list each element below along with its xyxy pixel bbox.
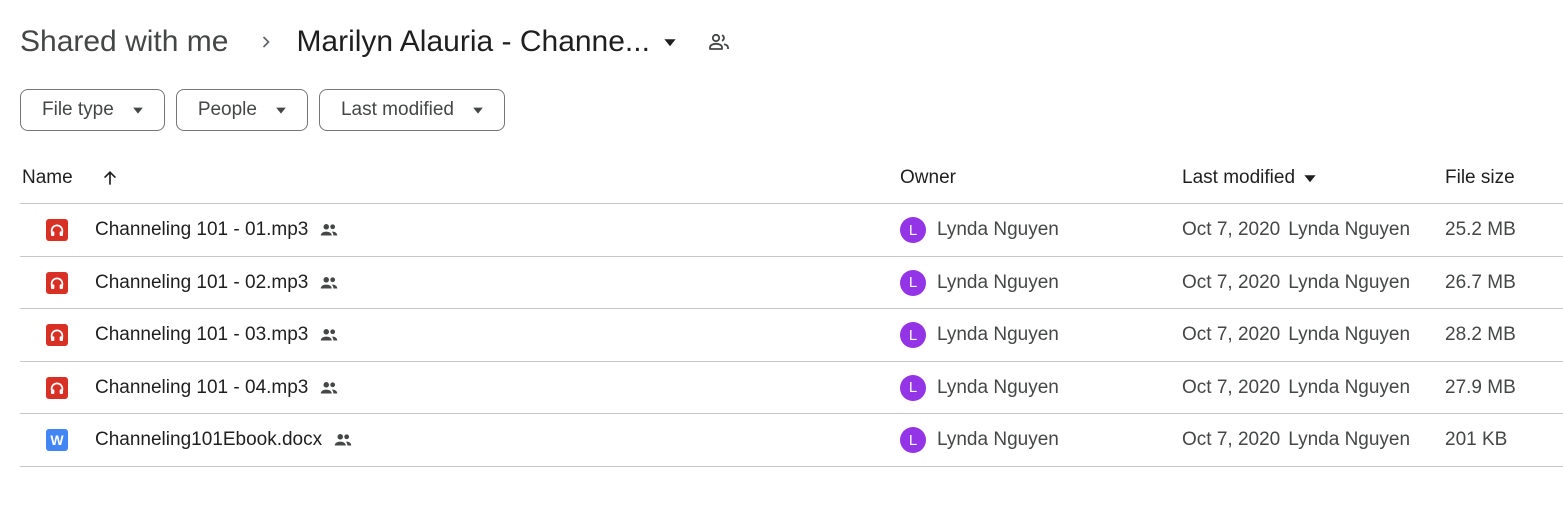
last-modified-cell: Oct 7, 2020 Lynda Nguyen: [1182, 414, 1410, 466]
owner-cell: L Lynda Nguyen: [900, 257, 1059, 309]
file-name-cell: Channeling101Ebook.docx: [95, 414, 354, 466]
people-icon: [318, 272, 340, 294]
file-icon-cell: [46, 257, 68, 309]
file-size: 26.7 MB: [1445, 271, 1516, 293]
table-row[interactable]: Channeling 101 - 03.mp3 L Lynda Nguyen O…: [20, 309, 1563, 362]
table-row[interactable]: W Channeling101Ebook.docx L Lynda Nguyen…: [20, 414, 1563, 467]
audio-file-icon: [46, 271, 68, 294]
name-column-header[interactable]: Name: [22, 152, 121, 204]
file-size-column-header: File size: [1445, 152, 1515, 204]
owner-name: Lynda Nguyen: [937, 271, 1059, 293]
file-icon-cell: [46, 362, 68, 414]
owner-name: Lynda Nguyen: [937, 429, 1059, 450]
file-size-cell: 201 KB: [1445, 414, 1507, 466]
people-icon: [318, 324, 340, 346]
caret-down-icon: [662, 34, 678, 50]
current-folder-menu-button[interactable]: Marilyn Alauria - Channe...: [296, 25, 678, 59]
file-icon-cell: [46, 204, 68, 256]
breadcrumb: Shared with me Marilyn Alauria - Channe.…: [20, 18, 732, 66]
last-modified-cell: Oct 7, 2020 Lynda Nguyen: [1182, 309, 1410, 361]
table-header: Name Owner Last modified File size: [20, 152, 1563, 204]
owner-cell: L Lynda Nguyen: [900, 204, 1059, 256]
modified-date: Oct 7, 2020: [1182, 324, 1281, 345]
avatar: L: [900, 374, 926, 401]
avatar: L: [900, 427, 926, 453]
file-type-filter-label: File type: [42, 99, 114, 120]
file-type-filter[interactable]: File type: [20, 89, 165, 131]
name-header-label: Name: [22, 167, 73, 188]
file-name-cell: Channeling 101 - 03.mp3: [95, 309, 340, 361]
file-size-cell: 26.7 MB: [1445, 257, 1516, 309]
caret-down-icon: [275, 104, 287, 116]
file-name: Channeling 101 - 03.mp3: [95, 324, 309, 345]
file-name-cell: Channeling 101 - 04.mp3: [95, 362, 340, 414]
file-size: 27.9 MB: [1445, 376, 1516, 398]
owner-cell: L Lynda Nguyen: [900, 309, 1059, 361]
file-name: Channeling 101 - 01.mp3: [95, 219, 309, 240]
avatar: L: [900, 322, 926, 348]
file-size: 28.2 MB: [1445, 324, 1516, 345]
last-modified-filter[interactable]: Last modified: [318, 89, 505, 131]
arrow-up-icon[interactable]: [99, 167, 121, 189]
modified-by: Lynda Nguyen: [1288, 324, 1411, 345]
people-icon: [318, 219, 340, 241]
people-outline-icon[interactable]: [706, 29, 732, 55]
last-modified-column-header[interactable]: Last modified: [1182, 152, 1317, 204]
last-modified-filter-label: Last modified: [340, 99, 454, 120]
owner-column-header: Owner: [900, 152, 956, 204]
caret-down-icon: [1303, 171, 1317, 185]
file-size-cell: 25.2 MB: [1445, 204, 1516, 256]
last-modified-cell: Oct 7, 2020 Lynda Nguyen: [1182, 204, 1410, 256]
file-size: 25.2 MB: [1445, 219, 1516, 240]
avatar: L: [900, 217, 926, 243]
people-icon: [332, 429, 354, 451]
file-name: Channeling101Ebook.docx: [95, 429, 323, 450]
file-name-cell: Channeling 101 - 02.mp3: [95, 257, 340, 309]
file-size: 201 KB: [1445, 429, 1508, 450]
audio-file-icon: [46, 219, 68, 241]
file-icon-cell: [46, 309, 68, 361]
modified-date: Oct 7, 2020: [1182, 219, 1281, 240]
file-name: Channeling 101 - 04.mp3: [95, 376, 309, 398]
avatar: L: [900, 269, 926, 296]
owner-cell: L Lynda Nguyen: [900, 362, 1059, 414]
file-name: Channeling 101 - 02.mp3: [95, 271, 309, 293]
owner-name: Lynda Nguyen: [937, 376, 1059, 398]
table-row[interactable]: Channeling 101 - 04.mp3 L Lynda Nguyen O…: [20, 362, 1563, 414]
file-table: Name Owner Last modified File size Chann…: [20, 152, 1563, 467]
chevron-right-icon: [256, 32, 276, 52]
breadcrumb-shared-with-me[interactable]: Shared with me: [20, 25, 256, 59]
caret-down-icon: [132, 104, 144, 116]
modified-by: Lynda Nguyen: [1288, 271, 1411, 293]
people-filter-label: People: [197, 99, 257, 120]
current-folder-title: Marilyn Alauria - Channe...: [296, 25, 650, 58]
caret-down-icon: [472, 104, 484, 116]
file-size-header-label: File size: [1445, 167, 1515, 188]
filter-bar: File type People Last modified: [20, 89, 505, 131]
file-icon-cell: W: [46, 414, 68, 466]
table-row[interactable]: Channeling 101 - 01.mp3 L Lynda Nguyen O…: [20, 204, 1563, 257]
table-row[interactable]: Channeling 101 - 02.mp3 L Lynda Nguyen O…: [20, 257, 1563, 309]
file-size-cell: 27.9 MB: [1445, 362, 1516, 414]
audio-file-icon: [46, 324, 68, 346]
modified-date: Oct 7, 2020: [1182, 376, 1281, 398]
last-modified-cell: Oct 7, 2020 Lynda Nguyen: [1182, 257, 1410, 309]
audio-file-icon: [46, 376, 68, 399]
modified-by: Lynda Nguyen: [1288, 429, 1411, 450]
last-modified-header-label: Last modified: [1182, 167, 1296, 188]
modified-date: Oct 7, 2020: [1182, 429, 1281, 450]
modified-by: Lynda Nguyen: [1288, 376, 1411, 398]
modified-by: Lynda Nguyen: [1288, 219, 1411, 240]
word-file-icon: W: [46, 429, 68, 451]
last-modified-cell: Oct 7, 2020 Lynda Nguyen: [1182, 362, 1410, 414]
people-icon: [318, 377, 340, 399]
owner-header-label: Owner: [900, 167, 956, 188]
modified-date: Oct 7, 2020: [1182, 271, 1281, 293]
file-size-cell: 28.2 MB: [1445, 309, 1516, 361]
file-name-cell: Channeling 101 - 01.mp3: [95, 204, 340, 256]
owner-name: Lynda Nguyen: [937, 219, 1059, 240]
people-filter[interactable]: People: [175, 89, 308, 131]
owner-cell: L Lynda Nguyen: [900, 414, 1059, 466]
owner-name: Lynda Nguyen: [937, 324, 1059, 345]
